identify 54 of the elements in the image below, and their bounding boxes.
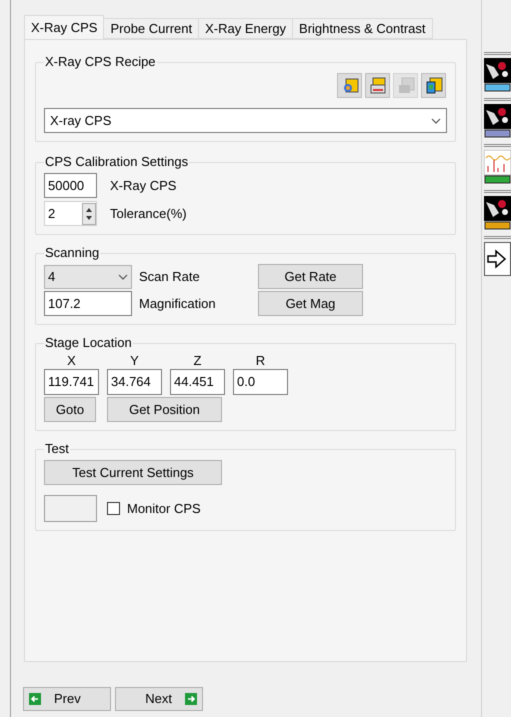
input-field[interactable]: 119.741	[44, 369, 99, 395]
axis-label: R	[256, 354, 266, 368]
spinner-arrows-icon	[82, 202, 96, 224]
group-title: Stage Location	[44, 335, 133, 351]
input-field[interactable]: 44.451	[170, 369, 225, 395]
group-title: X-Ray CPS Recipe	[44, 54, 157, 70]
label: X-Ray CPS	[110, 176, 176, 195]
axis-label: Z	[194, 354, 202, 368]
dropdown-value: X-ray CPS	[50, 112, 112, 130]
input-field[interactable]: 34.764	[107, 369, 162, 395]
group-title: Scanning	[44, 245, 100, 261]
dropdown[interactable]: 4	[44, 264, 132, 288]
prev-button[interactable]: Prev	[23, 687, 111, 711]
checkbox[interactable]	[107, 502, 120, 515]
left-arrow-icon	[29, 693, 41, 705]
axis-label: X	[67, 354, 76, 368]
toolbar-button[interactable]	[484, 144, 511, 184]
readout-box	[44, 495, 97, 522]
tab[interactable]: X-Ray CPS	[24, 15, 104, 39]
tab[interactable]: Brightness & Contrast	[293, 18, 432, 39]
input-field[interactable]: 50000	[44, 173, 97, 198]
spin-value: 2	[48, 204, 56, 223]
test-settings-button[interactable]: Test Current Settings	[44, 460, 222, 485]
chevron-icon	[118, 274, 128, 280]
spectrum-thumbnail-icon	[484, 150, 511, 184]
chevron-icon	[431, 118, 441, 124]
group-title: CPS Calibration Settings	[44, 154, 190, 170]
axis-label: Y	[130, 354, 139, 368]
label: Magnification	[138, 294, 216, 313]
next-button[interactable]: Next	[115, 687, 203, 711]
toolbar-button[interactable]	[484, 190, 511, 230]
goto-button[interactable]: Goto	[44, 397, 96, 422]
get-rate-button[interactable]: Get Rate	[258, 264, 363, 289]
input-field[interactable]: 107.2	[44, 291, 132, 316]
print-button[interactable]	[365, 73, 390, 98]
input-field[interactable]: 0.0	[233, 369, 288, 395]
spin-box[interactable]: 2	[44, 201, 97, 226]
label: Scan Rate	[138, 268, 200, 286]
checkbox-label: Monitor CPS	[127, 500, 201, 518]
toolbar-button[interactable]	[484, 98, 511, 138]
save-button[interactable]	[421, 73, 446, 98]
toolbar-button[interactable]	[484, 52, 511, 92]
get-mag-button[interactable]: Get Mag	[258, 291, 363, 316]
tab[interactable]: Probe Current	[104, 18, 200, 39]
dropdown-value: 4	[48, 268, 56, 286]
open-button[interactable]	[337, 73, 362, 98]
printer-icon	[368, 76, 386, 94]
toolbar-button[interactable]	[484, 236, 511, 276]
get-position-button[interactable]: Get Position	[107, 397, 222, 422]
tab[interactable]: X-Ray Energy	[199, 18, 294, 39]
label: Tolerance(%)	[110, 204, 187, 223]
dropdown[interactable]: X-ray CPS	[44, 108, 447, 133]
right-arrow-icon	[185, 693, 197, 705]
document-icon	[424, 76, 442, 94]
